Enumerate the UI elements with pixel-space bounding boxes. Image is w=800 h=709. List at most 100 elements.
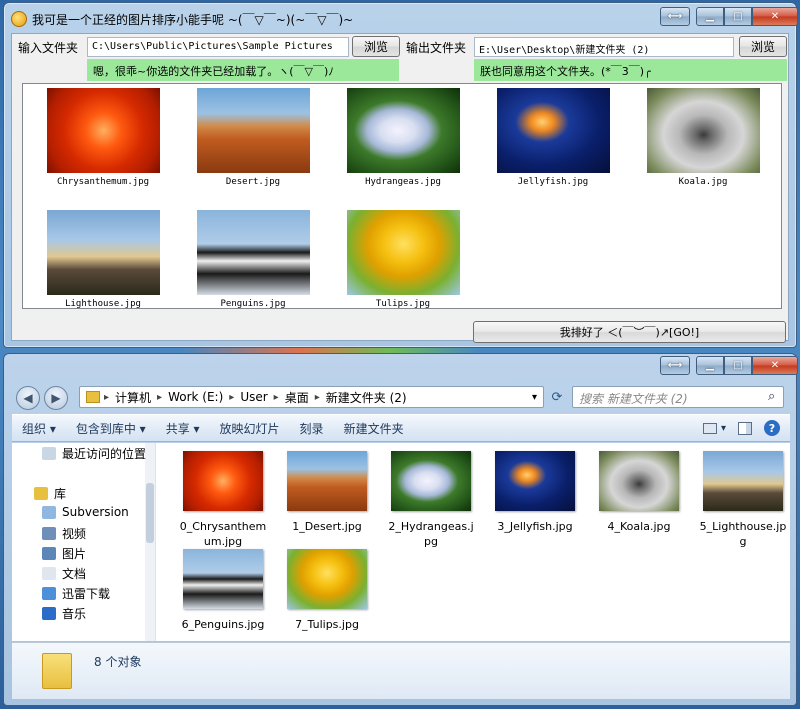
thumbnail-filename: Chrysanthemum.jpg	[56, 177, 150, 187]
close-button[interactable]: ✕	[752, 7, 798, 26]
nav-item-label: 音乐	[62, 607, 87, 621]
breadcrumb-user[interactable]: User	[234, 390, 273, 404]
thumbnail-item[interactable]: Hydrangeas.jpg	[343, 88, 463, 187]
file-name: 7_Tulips.jpg	[295, 618, 359, 631]
explorer-minimize-button[interactable]: ▁	[696, 356, 724, 375]
folder-icon	[86, 391, 100, 403]
nav-item[interactable]: 迅雷下载	[42, 585, 110, 602]
file-item[interactable]: 5_Lighthouse.jpg	[698, 451, 788, 549]
app-icon	[11, 11, 27, 27]
file-name: 6_Penguins.jpg	[181, 618, 265, 631]
breadcrumb-drive[interactable]: Work (E:)	[162, 390, 229, 404]
input-folder-field[interactable]: C:\Users\Public\Pictures\Sample Pictures	[87, 37, 349, 57]
nav-item[interactable]: 图片	[42, 545, 86, 562]
maximize-button[interactable]: □	[724, 7, 752, 26]
caption-buttons: ⟷ ▁ □ ✕	[660, 7, 798, 26]
browse-output-button[interactable]: 浏览	[739, 36, 787, 57]
nav-scrollbar-thumb[interactable]	[146, 483, 154, 543]
nav-item[interactable]: 视频	[42, 525, 86, 542]
file-item[interactable]: 3_Jellyfish.jpg	[490, 451, 580, 534]
view-options-icon[interactable]	[702, 422, 717, 434]
thumbnail-filename: Desert.jpg	[225, 177, 281, 187]
new-folder-button[interactable]: 新建文件夹	[334, 420, 414, 437]
file-thumbnail	[391, 451, 471, 511]
command-toolbar: 组织 ▾ 包含到库中 ▾ 共享 ▾ 放映幻灯片 刻录 新建文件夹 ▾ ?	[12, 414, 790, 442]
sorter-client: 输入文件夹 C:\Users\Public\Pictures\Sample Pi…	[11, 33, 789, 343]
burn-button[interactable]: 刻录	[290, 420, 334, 437]
window-title: 我可是一个正经的图片排序小能手呢 ~(￣▽￣~)(~￣▽￣)~	[32, 13, 354, 27]
file-item[interactable]: 2_Hydrangeas.jpg	[386, 451, 476, 549]
thumbnail-item[interactable]: Penguins.jpg	[193, 210, 313, 309]
refresh-icon[interactable]: ⟳	[546, 386, 568, 408]
nav-item-label: 库	[54, 487, 67, 501]
file-item[interactable]: 1_Desert.jpg	[282, 451, 372, 534]
pictures-icon	[42, 547, 56, 560]
breadcrumb-computer[interactable]: 计算机	[109, 389, 157, 406]
file-item[interactable]: 7_Tulips.jpg	[282, 549, 372, 632]
recent-places-icon	[42, 447, 56, 460]
navigation-pane: 最近访问的位置库 Subversion 视频图片文档迅雷下载音乐	[12, 443, 156, 641]
thumbnail-item[interactable]: Lighthouse.jpg	[43, 210, 163, 309]
file-name: 2_Hydrangeas.jpg	[388, 520, 474, 548]
thumbnail-item[interactable]: Koala.jpg	[643, 88, 763, 187]
view-dropdown-icon[interactable]: ▾	[721, 423, 726, 434]
item-count: 8 个对象	[94, 655, 142, 669]
nav-item-label: 视频	[62, 527, 87, 541]
search-input[interactable]: 搜索 新建文件夹 (2)	[572, 386, 784, 408]
thumbnail-item[interactable]: Chrysanthemum.jpg	[43, 88, 163, 187]
file-thumbnail	[287, 451, 367, 511]
image-thumbnail-list: Chrysanthemum.jpg Desert.jpg Hydrangeas.jp…	[22, 83, 782, 309]
address-bar[interactable]: ▸ 计算机 ▸ Work (E:) ▸ User ▸ 桌面 ▸ 新建文件夹 (2…	[79, 386, 544, 408]
organize-menu[interactable]: 组织 ▾	[12, 420, 66, 437]
nav-item[interactable]: Subversion	[42, 505, 129, 519]
file-name: 4_Koala.jpg	[607, 520, 671, 533]
share-menu[interactable]: 共享 ▾	[156, 420, 210, 437]
slideshow-button[interactable]: 放映幻灯片	[210, 420, 290, 437]
nav-scrollbar[interactable]	[145, 443, 155, 641]
thumbnail-filename: Hydrangeas.jpg	[365, 177, 441, 187]
sort-go-button[interactable]: 我排好了 ＜(￣︶￣)↗[GO!]	[473, 321, 786, 343]
nav-item-label: 文档	[62, 567, 87, 581]
details-pane: 8 个对象	[12, 642, 790, 699]
resize-arrows-button[interactable]: ⟷	[660, 7, 690, 26]
explorer-caption-buttons: ⟷ ▁ □ ✕	[660, 356, 798, 375]
nav-item[interactable]: 文档	[42, 565, 86, 582]
preview-pane-icon[interactable]	[738, 421, 752, 435]
browse-input-button[interactable]: 浏览	[352, 36, 400, 57]
file-item[interactable]: 6_Penguins.jpg	[178, 549, 268, 632]
nav-item[interactable]: 库	[34, 485, 66, 502]
nav-item-label: 最近访问的位置	[62, 447, 147, 461]
thumbnail-item[interactable]: Tulips.jpg	[343, 210, 463, 309]
file-name: 5_Lighthouse.jpg	[699, 520, 787, 548]
help-icon[interactable]: ?	[764, 420, 780, 436]
thumbnail-item[interactable]: Jellyfish.jpg	[493, 88, 613, 187]
thumbnail-item[interactable]: Desert.jpg	[193, 88, 313, 187]
file-thumbnail	[183, 451, 263, 511]
search-icon[interactable]: ⌕	[768, 389, 775, 404]
output-folder-field[interactable]: E:\User\Desktop\新建文件夹 (2)	[474, 37, 734, 57]
include-in-library-menu[interactable]: 包含到库中 ▾	[66, 420, 156, 437]
nav-item-label: 图片	[62, 547, 87, 561]
breadcrumb-current-folder[interactable]: 新建文件夹 (2)	[320, 389, 413, 406]
file-item[interactable]: 4_Koala.jpg	[594, 451, 684, 534]
minimize-button[interactable]: ▁	[696, 7, 724, 26]
thumbnail-image	[46, 210, 160, 295]
explorer-close-button[interactable]: ✕	[752, 356, 798, 375]
thumbnail-filename: Koala.jpg	[678, 177, 728, 187]
thunder-download-icon	[42, 587, 56, 600]
nav-item[interactable]: 最近访问的位置	[42, 445, 146, 462]
breadcrumb-desktop[interactable]: 桌面	[279, 389, 315, 406]
back-button[interactable]: ◀	[16, 386, 40, 410]
sorter-titlebar[interactable]: 我可是一个正经的图片排序小能手呢 ~(￣▽￣~)(~￣▽￣)~ ⟷ ▁ □ ✕	[4, 3, 798, 33]
thumbnail-image	[196, 210, 310, 295]
file-item[interactable]: 0_Chrysanthemum.jpg	[178, 451, 268, 549]
subversion-icon	[42, 505, 56, 519]
output-status-message: 朕也同意用这个文件夹。(*￣3￣)╭	[474, 59, 787, 81]
explorer-maximize-button[interactable]: □	[724, 356, 752, 375]
forward-button[interactable]: ▶	[44, 386, 68, 410]
nav-item-label: 迅雷下载	[62, 587, 111, 601]
address-dropdown-icon[interactable]: ▾	[532, 392, 537, 403]
explorer-main-pane: 最近访问的位置库 Subversion 视频图片文档迅雷下载音乐 0_Chrysan…	[12, 443, 790, 641]
explorer-resize-arrows-button[interactable]: ⟷	[660, 356, 690, 375]
nav-item[interactable]: 音乐	[42, 605, 86, 622]
